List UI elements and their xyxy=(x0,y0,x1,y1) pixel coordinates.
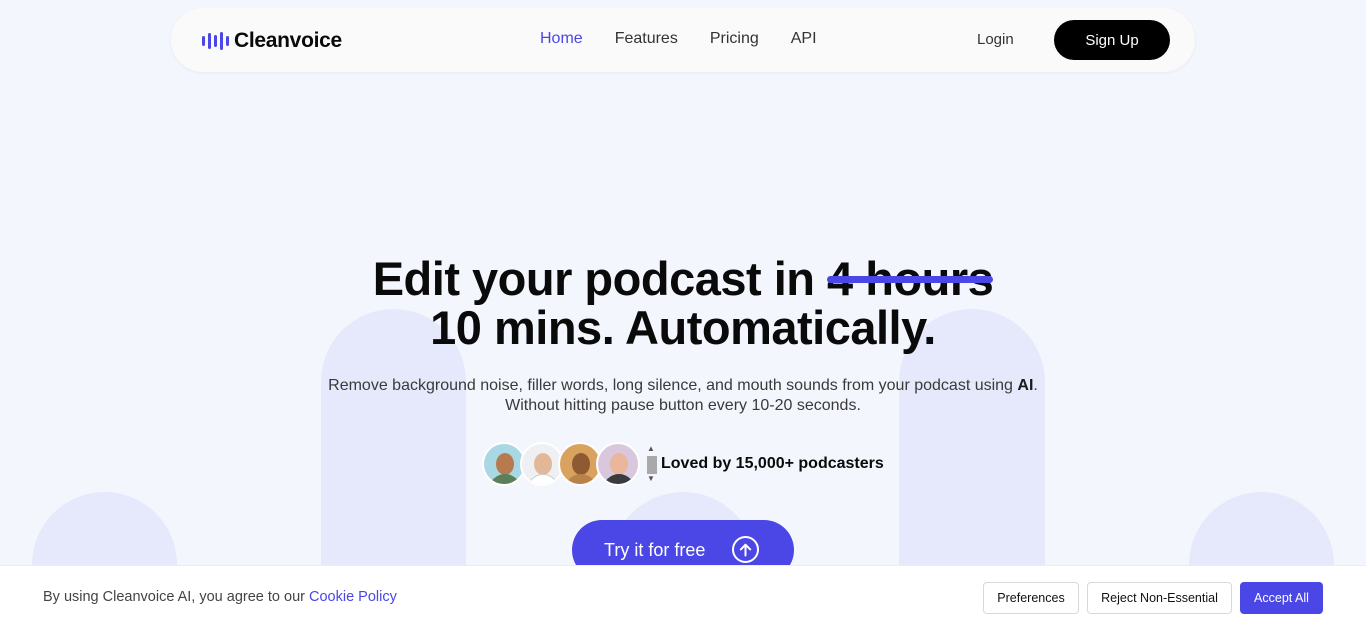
hero-headline: Edit your podcast in 4 hours 10 mins. Au… xyxy=(0,254,1366,352)
nav-link-home[interactable]: Home xyxy=(540,30,583,48)
cookie-banner: By using Cleanvoice AI, you agree to our… xyxy=(0,565,1366,629)
headline-prefix: Edit your podcast in xyxy=(372,252,815,305)
nav-link-api[interactable]: API xyxy=(791,30,817,48)
avatar xyxy=(596,442,640,486)
top-navbar: Cleanvoice Home Features Pricing API Log… xyxy=(171,8,1195,72)
headline-struck-text: 4 hours xyxy=(827,252,994,305)
subtitle-line-2: Without hitting pause button every 10-20… xyxy=(505,397,861,414)
subtitle-period: . xyxy=(1033,377,1038,394)
arrow-up-circle-icon xyxy=(732,536,759,563)
cta-label: Try it for free xyxy=(604,539,706,560)
nav-link-features[interactable]: Features xyxy=(615,30,678,48)
avatar-scrollbar[interactable]: ▲ ▼ xyxy=(646,443,658,485)
social-proof: ▲ ▼ Loved by 15,000+ podcasters xyxy=(482,442,884,486)
scroll-up-arrow-icon[interactable]: ▲ xyxy=(647,445,655,453)
preferences-button[interactable]: Preferences xyxy=(983,582,1079,614)
hero-subtitle: Remove background noise, filler words, l… xyxy=(0,376,1366,416)
cookie-text: By using Cleanvoice AI, you agree to our… xyxy=(43,589,397,605)
reject-non-essential-button[interactable]: Reject Non-Essential xyxy=(1087,582,1232,614)
subtitle-line-1: Remove background noise, filler words, l… xyxy=(328,377,1013,394)
headline-line-2: 10 mins. Automatically. xyxy=(430,301,936,354)
brand-logo[interactable]: Cleanvoice xyxy=(202,29,342,53)
main-nav: Home Features Pricing API xyxy=(540,30,817,48)
cookie-policy-link[interactable]: Cookie Policy xyxy=(309,589,397,605)
audio-bars-icon xyxy=(202,32,229,50)
login-link[interactable]: Login xyxy=(977,31,1014,48)
scroll-down-arrow-icon[interactable]: ▼ xyxy=(647,475,655,483)
subtitle-ai: AI xyxy=(1017,377,1034,394)
sign-up-button[interactable]: Sign Up xyxy=(1054,20,1170,60)
nav-link-pricing[interactable]: Pricing xyxy=(710,30,759,48)
brand-name: Cleanvoice xyxy=(234,29,342,52)
cookie-message: By using Cleanvoice AI, you agree to our xyxy=(43,589,305,605)
social-proof-text: Loved by 15,000+ podcasters xyxy=(661,455,884,472)
accept-all-button[interactable]: Accept All xyxy=(1240,582,1323,614)
scroll-thumb[interactable] xyxy=(647,456,657,474)
